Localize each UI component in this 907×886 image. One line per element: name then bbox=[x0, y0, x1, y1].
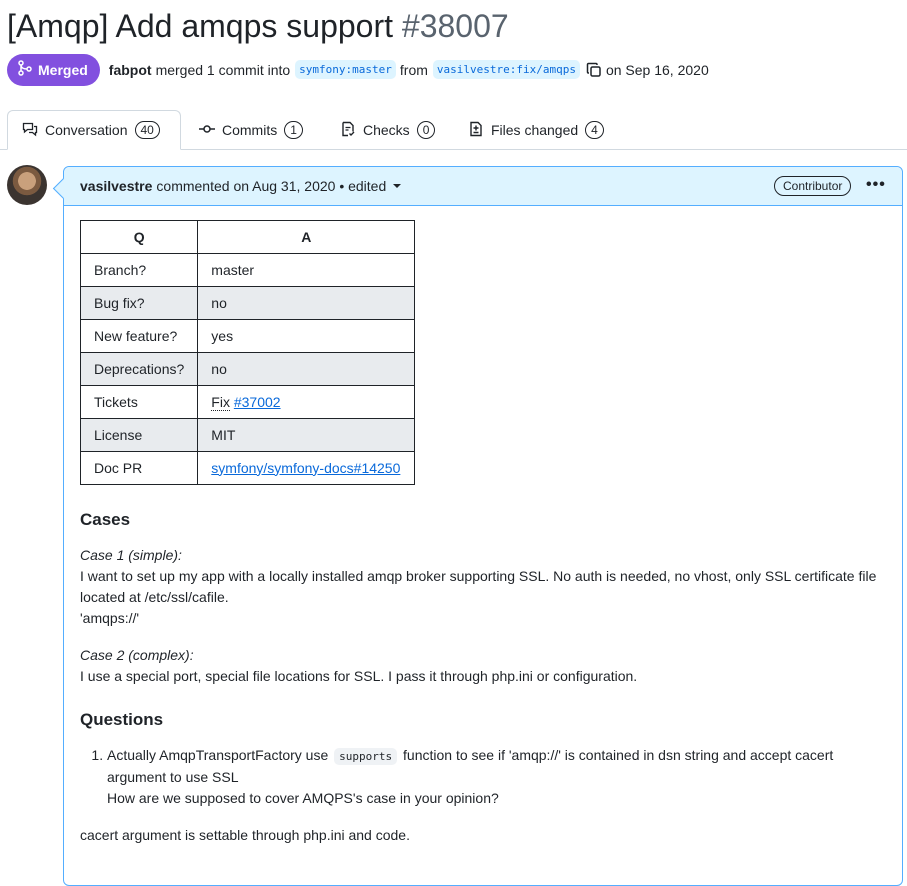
case1-title: Case 1 (simple): bbox=[80, 547, 182, 563]
table-row: Deprecations? no bbox=[79, 352, 416, 386]
issue-link[interactable]: #37002 bbox=[234, 394, 281, 410]
table-cell-q: Tickets bbox=[79, 385, 199, 419]
table-row: Bug fix? no bbox=[79, 286, 416, 320]
doc-pr-link[interactable]: symfony/symfony-docs#14250 bbox=[211, 460, 400, 476]
pr-title-text: [Amqp] Add amqps support bbox=[7, 8, 393, 44]
table-cell-a: no bbox=[197, 286, 416, 320]
contributor-badge: Contributor bbox=[774, 176, 852, 196]
base-branch[interactable]: symfony:master bbox=[295, 60, 396, 79]
table-cell-q: Doc PR bbox=[79, 451, 199, 485]
pr-number: #38007 bbox=[401, 8, 509, 44]
copy-icon[interactable] bbox=[586, 62, 602, 78]
comment: vasilvestre commented on Aug 31, 2020 • … bbox=[63, 166, 903, 886]
table-cell-a: Fix #37002 bbox=[197, 385, 416, 419]
comment-header: vasilvestre commented on Aug 31, 2020 • … bbox=[64, 167, 902, 206]
tab-files-changed-label: Files changed bbox=[491, 122, 579, 138]
cases-heading: Cases bbox=[80, 510, 131, 529]
merge-date: on Sep 16, 2020 bbox=[605, 61, 709, 78]
table-cell-q: Deprecations? bbox=[79, 352, 199, 386]
merger-link[interactable]: fabpot bbox=[109, 62, 152, 78]
table-row: License MIT bbox=[79, 418, 416, 452]
pr-title: [Amqp] Add amqps support #38007 bbox=[7, 6, 509, 46]
merged-text: merged 1 commit into bbox=[155, 61, 291, 78]
tab-commits[interactable]: Commits 1 bbox=[199, 110, 303, 150]
tab-checks-label: Checks bbox=[363, 122, 410, 138]
edited-dropdown-icon[interactable] bbox=[393, 184, 402, 188]
from-text: from bbox=[399, 61, 428, 78]
case2-block: Case 2 (complex): I use a special port, s… bbox=[80, 645, 890, 687]
case2-text: I use a special port, special file locat… bbox=[80, 668, 638, 684]
table-header-a: A bbox=[197, 220, 416, 254]
tab-checks-count: 0 bbox=[416, 121, 436, 139]
merged-status-label: Merged bbox=[38, 61, 88, 78]
case2-title: Case 2 (complex): bbox=[80, 647, 194, 663]
avatar[interactable] bbox=[7, 165, 47, 205]
table-cell-q: Bug fix? bbox=[79, 286, 199, 320]
kebab-menu-icon[interactable]: ••• bbox=[866, 177, 886, 193]
checklist-icon bbox=[340, 121, 356, 140]
pr-meta: Merged fabpot merged 1 commit into symfo… bbox=[7, 53, 709, 86]
comment-discussion-icon bbox=[22, 121, 38, 140]
table-cell-a: master bbox=[197, 253, 416, 287]
tab-commits-label: Commits bbox=[222, 122, 278, 138]
comment-body: Q A Branch? master Bug fix? no New featu… bbox=[79, 220, 890, 846]
qa-table: Q A Branch? master Bug fix? no New featu… bbox=[79, 220, 416, 485]
closing-text: cacert argument is settable through php.… bbox=[80, 827, 410, 843]
q1-line2: How are we supposed to cover AMQPS's cas… bbox=[107, 790, 499, 806]
tab-conversation[interactable]: Conversation 40 bbox=[7, 110, 181, 150]
table-row: Tickets Fix #37002 bbox=[79, 385, 416, 419]
file-diff-icon bbox=[468, 121, 484, 140]
head-branch[interactable]: vasilvestre:fix/amqps bbox=[432, 60, 580, 79]
table-cell-a: MIT bbox=[197, 418, 416, 452]
merged-status-badge: Merged bbox=[7, 53, 100, 86]
tab-commits-count: 1 bbox=[284, 121, 303, 139]
table-cell-q: Branch? bbox=[79, 253, 199, 287]
fix-keyword: Fix bbox=[211, 393, 230, 411]
table-header-q: Q bbox=[79, 220, 199, 254]
tab-conversation-count: 40 bbox=[134, 121, 160, 139]
table-cell-q: License bbox=[79, 418, 199, 452]
supports-code: supports bbox=[334, 748, 398, 765]
tab-conversation-label: Conversation bbox=[45, 122, 128, 138]
pr-tabs: Conversation 40 Commits 1 Checks 0 Files… bbox=[0, 110, 907, 150]
case1-dsn: 'amqps://' bbox=[80, 610, 140, 626]
questions-list: Actually AmqpTransportFactory use suppor… bbox=[80, 745, 890, 809]
questions-heading: Questions bbox=[80, 710, 164, 729]
git-commit-icon bbox=[199, 121, 215, 140]
table-cell-a: symfony/symfony-docs#14250 bbox=[197, 451, 416, 485]
case1-block: Case 1 (simple): I want to set up my app … bbox=[80, 545, 890, 629]
list-item: Actually AmqpTransportFactory use suppor… bbox=[107, 745, 890, 809]
table-header-row: Q A bbox=[79, 220, 416, 254]
table-row: Doc PR symfony/symfony-docs#14250 bbox=[79, 451, 416, 485]
case1-text: I want to set up my app with a locally i… bbox=[80, 568, 877, 605]
q1-text-before: Actually AmqpTransportFactory use bbox=[107, 747, 329, 763]
table-cell-a: yes bbox=[197, 319, 416, 353]
table-cell-a: no bbox=[197, 352, 416, 386]
table-cell-q: New feature? bbox=[79, 319, 199, 353]
git-merge-icon bbox=[17, 60, 33, 79]
comment-author[interactable]: vasilvestre bbox=[80, 178, 152, 194]
table-row: New feature? yes bbox=[79, 319, 416, 353]
tab-checks[interactable]: Checks 0 bbox=[340, 110, 436, 150]
comment-timestamp[interactable]: commented on Aug 31, 2020 • edited bbox=[156, 178, 386, 194]
tab-files-changed-count: 4 bbox=[585, 121, 604, 139]
tab-files-changed[interactable]: Files changed 4 bbox=[468, 110, 604, 150]
table-row: Branch? master bbox=[79, 253, 416, 287]
